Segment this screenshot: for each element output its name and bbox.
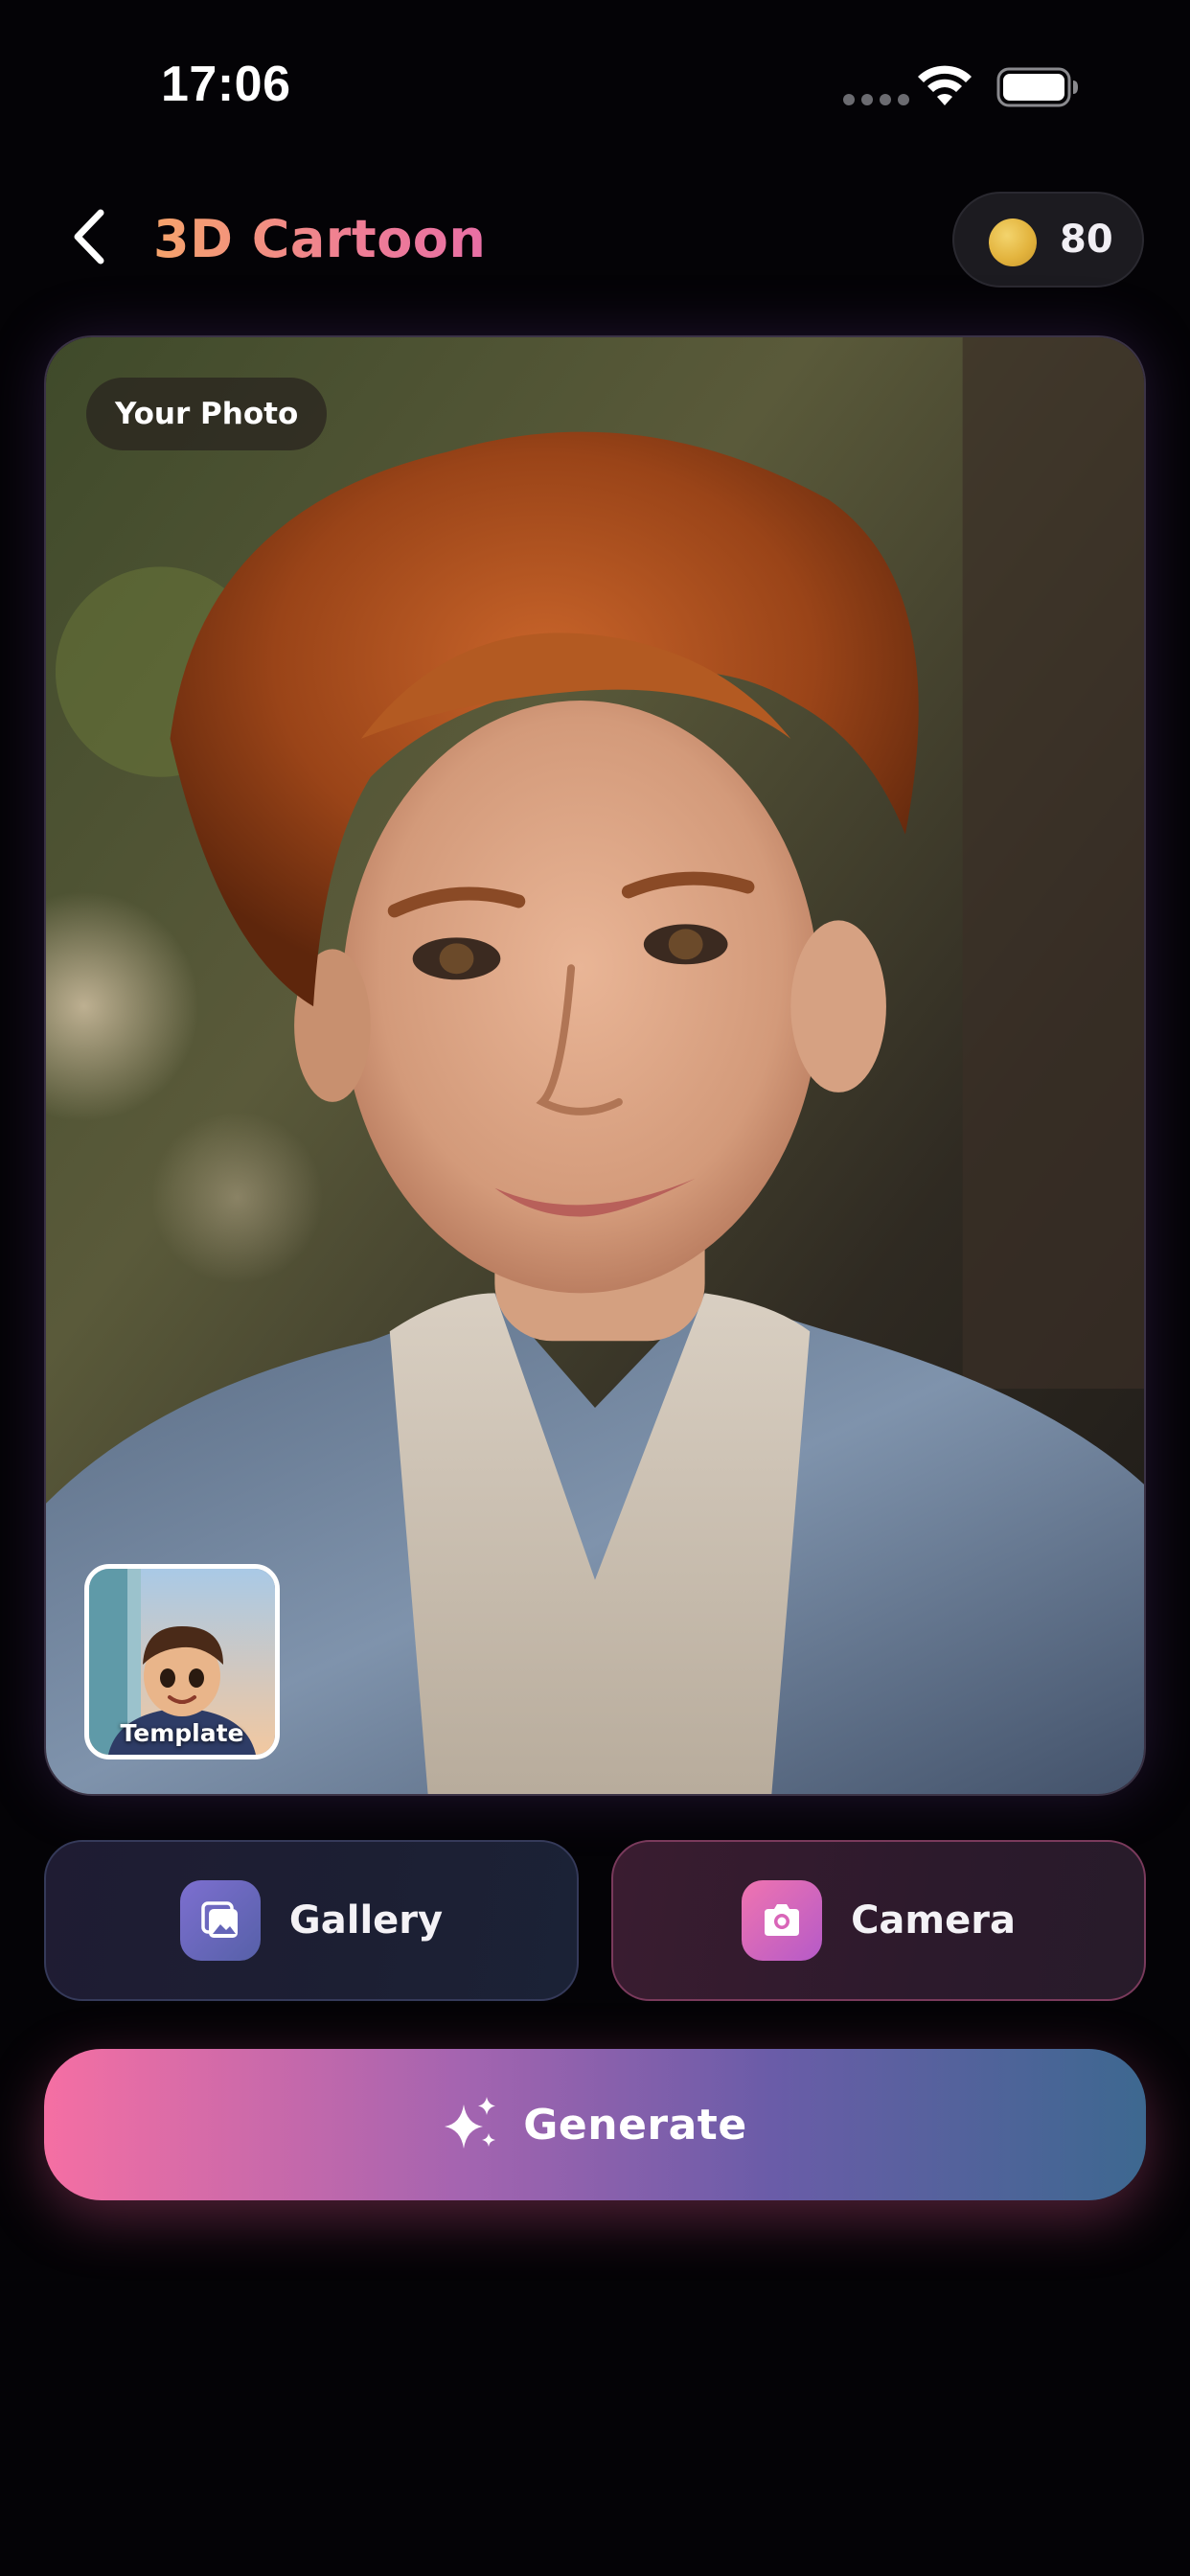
generate-label: Generate [523,2100,747,2150]
photo-stack-icon [201,1901,238,1938]
battery-icon [996,67,1078,107]
your-photo-label: Your Photo [86,378,328,450]
photo-preview-card: Your Photo Template [44,335,1146,1796]
camera-icon [742,1880,823,1961]
screen: 17:06 3D Cartoon 80 Your Photo Template … [0,0,1190,2576]
sparkles-icon [445,2097,496,2149]
camera-button[interactable]: Camera [611,1840,1146,2001]
generate-button[interactable]: Generate [44,2049,1146,2200]
back-button[interactable] [56,203,123,270]
status-time: 17:06 [161,57,291,112]
page-title: 3D Cartoon [153,209,487,269]
coin-icon [989,218,1037,266]
camera-label: Camera [851,1898,1016,1943]
template-label: Template [120,1719,244,1747]
camera-glyph-icon [765,1904,800,1936]
header: 3D Cartoon 80 [0,182,1190,297]
chevron-left-icon [74,209,104,264]
gallery-button[interactable]: Gallery [44,1840,579,2001]
signal-dots-icon [843,94,909,105]
wifi-icon [918,65,972,105]
template-thumbnail[interactable]: Template [84,1564,280,1760]
gallery-label: Gallery [288,1898,444,1943]
coin-balance-badge[interactable]: 80 [952,192,1144,288]
coin-count: 80 [1060,218,1113,262]
gallery-icon [179,1880,261,1961]
status-bar: 17:06 [0,0,1190,172]
